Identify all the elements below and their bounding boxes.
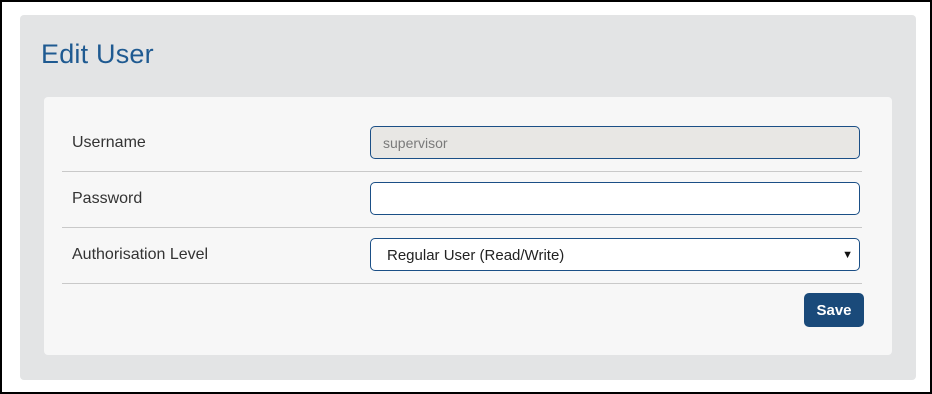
window-frame: Edit User Username Password Authorisatio… (0, 0, 932, 394)
edit-user-panel: Edit User Username Password Authorisatio… (20, 15, 916, 380)
username-label: Username (72, 134, 146, 151)
page-title: Edit User (41, 39, 154, 69)
authorisation-level-select[interactable]: Regular User (Read/Write) ▼ (370, 238, 860, 271)
password-field[interactable] (370, 182, 860, 215)
password-row: Password (62, 171, 862, 228)
authorisation-level-label: Authorisation Level (72, 246, 209, 263)
username-field[interactable] (370, 126, 860, 159)
authorisation-level-value: Regular User (Read/Write) (387, 247, 565, 264)
username-row: Username (62, 115, 862, 172)
edit-user-form: Username Password Authorisation Level Re… (44, 97, 892, 355)
authorisation-row: Authorisation Level Regular User (Read/W… (62, 227, 862, 284)
chevron-down-icon: ▼ (842, 249, 853, 261)
password-label: Password (72, 190, 143, 207)
save-button[interactable]: Save (804, 293, 864, 327)
